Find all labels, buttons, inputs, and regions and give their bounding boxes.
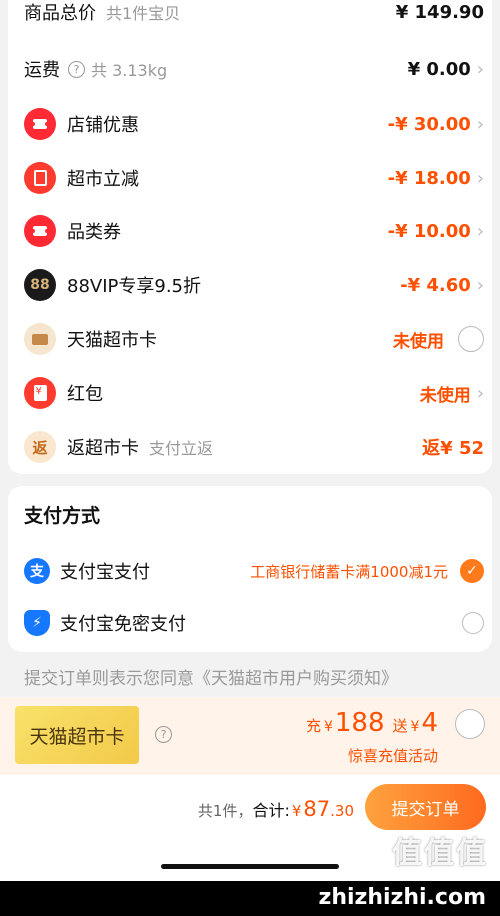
card-icon <box>24 323 56 355</box>
gift-amount: 4 <box>421 708 438 738</box>
rebate-sub: 支付立返 <box>149 439 214 458</box>
shipping-value: ¥ 0.00 <box>407 58 471 80</box>
item-count: 共1件， <box>197 802 253 820</box>
tmall-card-badge: 天猫超市卡 <box>15 706 139 764</box>
total-integer: 87 <box>303 797 331 821</box>
recharge-offer: 充 ¥ 188 送 ¥ 4 <box>303 708 438 738</box>
shipping-weight: 共 3.13kg <box>91 61 168 80</box>
vip88-icon: 88 <box>24 269 56 301</box>
ticket-icon <box>24 215 56 247</box>
rebate-row: 返 返超市卡 支付立返 返¥ 52 <box>24 427 484 467</box>
charge-amount: 188 <box>334 708 385 738</box>
goods-total-value: ¥ 149.90 <box>395 1 484 23</box>
discount-label: 品类券 <box>67 222 121 243</box>
rebate-value: 返¥ 52 <box>422 438 484 459</box>
charge-yen: ¥ <box>323 719 333 735</box>
chevron-right-icon: › <box>476 113 484 135</box>
shipping-label: 运费 <box>24 60 60 81</box>
shipping-row[interactable]: 运费 ? 共 3.13kg ¥ 0.00 › <box>24 49 484 89</box>
tmall-card-radio[interactable] <box>458 326 484 352</box>
discount-row-88vip[interactable]: 88 88VIP专享9.5折 -¥ 4.60 › <box>24 265 484 305</box>
alipay-label: 支付宝支付 <box>60 562 150 583</box>
chevron-right-icon: › <box>476 220 484 242</box>
goods-total-row: 商品总价 共1件宝贝 ¥ 149.90 <box>24 0 484 32</box>
discount-row-shop[interactable]: 店铺优惠 -¥ 30.00 › <box>24 104 484 144</box>
discount-row-category-coupon[interactable]: 品类券 -¥ 10.00 › <box>24 211 484 251</box>
goods-total-label: 商品总价 <box>24 3 96 24</box>
tmall-card-row[interactable]: 天猫超市卡 未使用 <box>24 319 484 359</box>
order-total: 共1件， 合计: ¥ 87 .30 <box>198 797 354 821</box>
goods-total-count: 共1件宝贝 <box>106 4 181 23</box>
alipay-icon: 支 <box>24 558 50 584</box>
alipay-nopwd-radio[interactable] <box>462 612 484 634</box>
alipay-promo: 工商银行储蓄卡满1000减1元 <box>250 562 448 581</box>
red-packet-status: 未使用 <box>419 385 471 406</box>
watermark-logo: 值值值 <box>392 836 488 871</box>
discount-label: 88VIP专享9.5折 <box>67 276 202 297</box>
red-packet-row[interactable]: 红包 未使用 › <box>24 373 484 413</box>
alipay-nopwd-label: 支付宝免密支付 <box>60 614 186 635</box>
discount-value: -¥ 30.00 <box>387 113 471 135</box>
recharge-banner: 天猫超市卡 ? 充 ¥ 188 送 ¥ 4 惊喜充值活动 <box>0 697 500 775</box>
alipay-row[interactable]: 支 支付宝支付 工商银行储蓄卡满1000减1元 ✓ <box>24 551 484 591</box>
watermark-site: zhizhizhi.com <box>318 885 486 910</box>
chevron-right-icon: › <box>476 382 484 404</box>
total-decimal: .30 <box>330 802 354 820</box>
tmall-card-status: 未使用 <box>393 331 444 352</box>
gift-yen: ¥ <box>410 719 420 735</box>
total-yen: ¥ <box>291 802 302 820</box>
discount-value: -¥ 10.00 <box>387 220 471 242</box>
home-indicator[interactable] <box>161 864 339 869</box>
charge-prefix: 充 <box>305 717 321 735</box>
discount-row-supermarket[interactable]: 超市立减 -¥ 18.00 › <box>24 158 484 198</box>
alipay-radio-checked[interactable]: ✓ <box>460 559 484 583</box>
submit-order-button[interactable]: 提交订单 <box>365 784 486 830</box>
help-icon[interactable]: ? <box>155 726 172 743</box>
alipay-nopwd-row[interactable]: ⚡ 支付宝免密支付 <box>24 603 484 643</box>
discount-value: -¥ 18.00 <box>387 167 471 189</box>
payment-method-title: 支付方式 <box>24 505 101 527</box>
shield-lightning-icon: ⚡ <box>24 610 50 636</box>
chevron-right-icon: › <box>476 274 484 296</box>
agreement-text[interactable]: 提交订单则表示您同意《天猫超市用户购买须知》 <box>24 664 398 689</box>
chevron-right-icon: › <box>476 58 484 80</box>
discount-label: 店铺优惠 <box>67 115 139 136</box>
supermarket-discount-icon <box>24 162 56 194</box>
discount-value: -¥ 4.60 <box>400 274 471 296</box>
recharge-radio[interactable] <box>455 709 485 739</box>
chevron-right-icon: › <box>476 167 484 189</box>
red-packet-label: 红包 <box>67 384 103 405</box>
rebate-icon: 返 <box>24 431 56 463</box>
gift-prefix: 送 <box>392 717 408 735</box>
red-packet-icon <box>24 377 56 409</box>
discount-label: 超市立减 <box>67 169 139 190</box>
help-icon[interactable]: ? <box>68 60 85 78</box>
tmall-card-label: 天猫超市卡 <box>67 330 157 351</box>
total-label: 合计: <box>252 801 290 820</box>
ticket-icon <box>24 108 56 140</box>
rebate-label: 返超市卡 <box>67 438 139 459</box>
recharge-activity: 惊喜充值活动 <box>347 747 438 765</box>
